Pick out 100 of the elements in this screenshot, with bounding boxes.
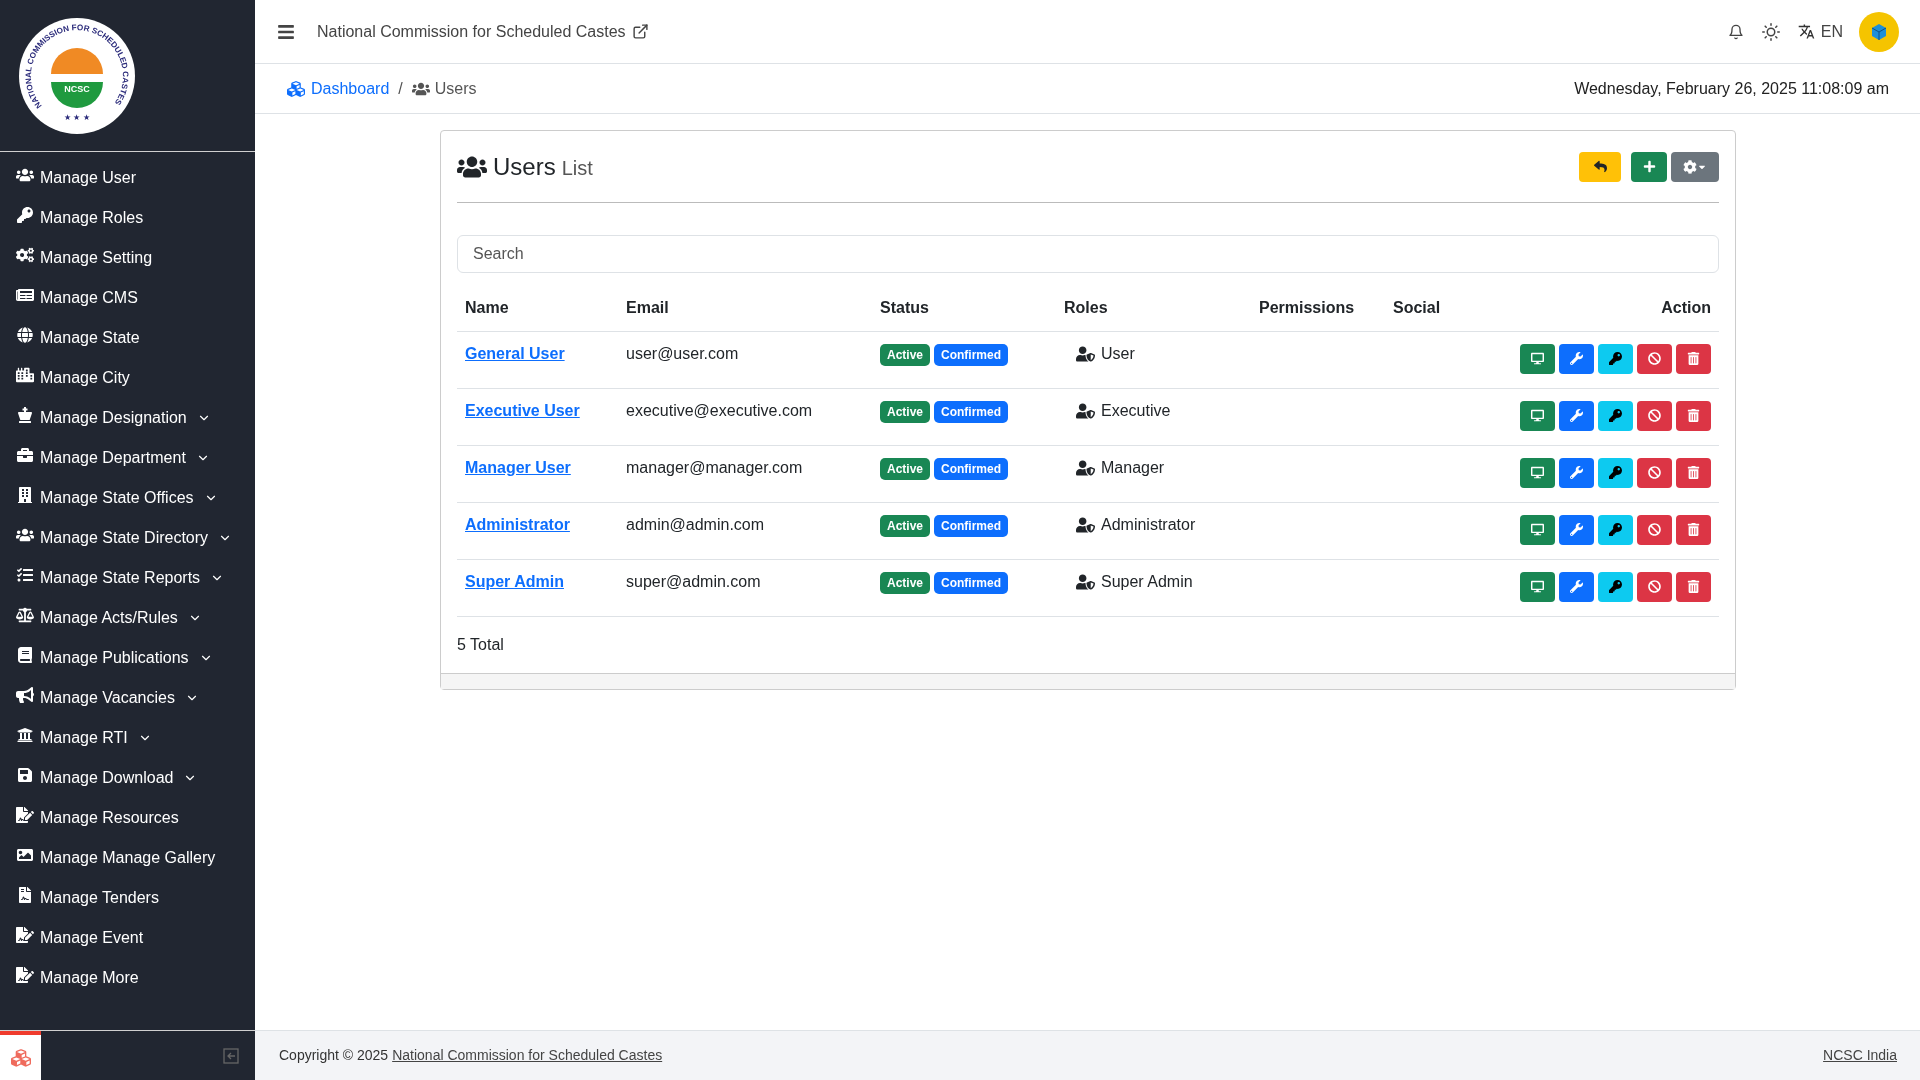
back-button[interactable] bbox=[1579, 151, 1621, 182]
user-name-link[interactable]: Manager User bbox=[465, 458, 571, 476]
sidebar-item[interactable]: Manage Download bbox=[0, 758, 255, 798]
wrench-icon bbox=[1570, 466, 1583, 479]
status-badge: Confirmed bbox=[934, 457, 1009, 480]
monitor-button[interactable] bbox=[1520, 343, 1555, 374]
sun-icon[interactable] bbox=[1761, 22, 1780, 41]
key-icon bbox=[1609, 409, 1622, 422]
user-shield-icon bbox=[1076, 573, 1095, 590]
trash-button[interactable] bbox=[1676, 571, 1711, 602]
sidebar-item[interactable]: Manage State Reports bbox=[0, 558, 255, 598]
sidebar-item[interactable]: Manage Event bbox=[0, 918, 255, 958]
key-button[interactable] bbox=[1598, 343, 1633, 374]
wrench-button[interactable] bbox=[1559, 343, 1594, 374]
key-icon bbox=[1609, 466, 1622, 479]
wrench-button[interactable] bbox=[1559, 400, 1594, 431]
wrench-icon bbox=[1570, 409, 1583, 422]
sidebar-item[interactable]: Manage Vacancies bbox=[0, 678, 255, 718]
avatar[interactable] bbox=[1859, 11, 1899, 52]
monitor-button[interactable] bbox=[1520, 457, 1555, 488]
user-name-link[interactable]: General User bbox=[465, 344, 565, 362]
ban-button[interactable] bbox=[1637, 571, 1672, 602]
monitor-button[interactable] bbox=[1520, 400, 1555, 431]
footer-link[interactable]: National Commission for Scheduled Castes bbox=[392, 1045, 663, 1066]
sidebar-item[interactable]: Manage User bbox=[0, 158, 255, 198]
sidebar-item[interactable]: Manage More bbox=[0, 958, 255, 998]
status-badge: Confirmed bbox=[934, 400, 1009, 423]
sidebar-item[interactable]: Manage Department bbox=[0, 438, 255, 478]
search-field[interactable]: Search bbox=[457, 235, 1719, 273]
key-button[interactable] bbox=[1598, 571, 1633, 602]
trash-icon bbox=[1687, 523, 1700, 536]
collapse-icon[interactable] bbox=[223, 1047, 239, 1064]
sidebar-item[interactable]: Manage City bbox=[0, 358, 255, 398]
sidebar-item[interactable]: Manage State Directory bbox=[0, 518, 255, 558]
megaphone-icon bbox=[16, 687, 34, 703]
ban-icon bbox=[1648, 580, 1661, 593]
translate-icon[interactable] bbox=[1797, 23, 1815, 40]
sidebar-item[interactable]: Manage Acts/Rules bbox=[0, 598, 255, 638]
scales-icon bbox=[16, 607, 34, 623]
ban-button[interactable] bbox=[1637, 457, 1672, 488]
sidebar-item[interactable]: Manage Manage Gallery bbox=[0, 838, 255, 878]
trash-button[interactable] bbox=[1676, 343, 1711, 374]
city-icon bbox=[16, 367, 34, 383]
sidebar-item[interactable]: Manage State Offices bbox=[0, 478, 255, 518]
ban-button[interactable] bbox=[1637, 514, 1672, 545]
footer-link[interactable]: NCSC India bbox=[1823, 1045, 1897, 1066]
menu-icon[interactable] bbox=[277, 22, 295, 41]
ban-button[interactable] bbox=[1637, 343, 1672, 374]
sidebar-item[interactable]: Manage Tenders bbox=[0, 878, 255, 918]
key-button[interactable] bbox=[1598, 514, 1633, 545]
status-badge: Confirmed bbox=[934, 343, 1009, 366]
wrench-button[interactable] bbox=[1559, 514, 1594, 545]
sidebar-item[interactable]: Manage Setting bbox=[0, 238, 255, 278]
site-title: National Commission for Scheduled Castes bbox=[317, 21, 626, 42]
building-icon bbox=[16, 487, 34, 503]
bell-icon[interactable] bbox=[1727, 23, 1744, 40]
external-link-icon[interactable] bbox=[631, 23, 649, 40]
image-icon bbox=[16, 847, 34, 863]
wrench-button[interactable] bbox=[1559, 571, 1594, 602]
users-icon bbox=[411, 80, 430, 97]
users-icon bbox=[457, 154, 487, 179]
email-text: manager@manager.com bbox=[626, 458, 803, 476]
sidebar-item[interactable]: Manage RTI bbox=[0, 718, 255, 758]
user-name-link[interactable]: Executive User bbox=[465, 401, 580, 419]
email-text: admin@admin.com bbox=[626, 515, 765, 533]
status-badge: Active bbox=[880, 400, 931, 423]
sidebar-item[interactable]: Manage State bbox=[0, 318, 255, 358]
monitor-button[interactable] bbox=[1520, 514, 1555, 545]
chess-piece-icon bbox=[16, 407, 34, 423]
copyright-text: Copyright © 2025 bbox=[279, 1046, 389, 1065]
key-button[interactable] bbox=[1598, 457, 1633, 488]
key-icon bbox=[16, 207, 34, 223]
wrench-button[interactable] bbox=[1559, 457, 1594, 488]
sidebar-item[interactable]: Manage Publications bbox=[0, 638, 255, 678]
language-selector[interactable]: EN bbox=[1820, 19, 1843, 44]
trash-button[interactable] bbox=[1676, 457, 1711, 488]
user-name-link[interactable]: Administrator bbox=[465, 515, 570, 533]
sidebar-item[interactable]: Manage Designation bbox=[0, 398, 255, 438]
monitor-icon bbox=[1531, 523, 1544, 536]
key-button[interactable] bbox=[1598, 400, 1633, 431]
add-button[interactable] bbox=[1631, 151, 1667, 182]
user-shield-icon bbox=[1076, 459, 1095, 476]
trash-button[interactable] bbox=[1676, 514, 1711, 545]
settings-icon bbox=[1683, 159, 1697, 174]
trash-icon bbox=[1687, 409, 1700, 422]
role-text: Super Admin bbox=[1101, 571, 1193, 592]
sidebar-item[interactable]: Manage Roles bbox=[0, 198, 255, 238]
sidebar-item[interactable]: Manage Resources bbox=[0, 798, 255, 838]
role-text: Manager bbox=[1101, 457, 1165, 478]
status-badge: Active bbox=[880, 343, 931, 366]
ban-button[interactable] bbox=[1637, 400, 1672, 431]
users-icon bbox=[16, 527, 34, 543]
book-icon bbox=[16, 647, 34, 663]
monitor-button[interactable] bbox=[1520, 571, 1555, 602]
user-name-link[interactable]: Super Admin bbox=[465, 572, 564, 590]
trash-button[interactable] bbox=[1676, 400, 1711, 431]
breadcrumb-link[interactable]: Dashboard bbox=[311, 76, 390, 101]
sidebar-item[interactable]: Manage CMS bbox=[0, 278, 255, 318]
settings-dropdown-button[interactable] bbox=[1671, 151, 1719, 182]
column-header: Action bbox=[1661, 298, 1711, 316]
